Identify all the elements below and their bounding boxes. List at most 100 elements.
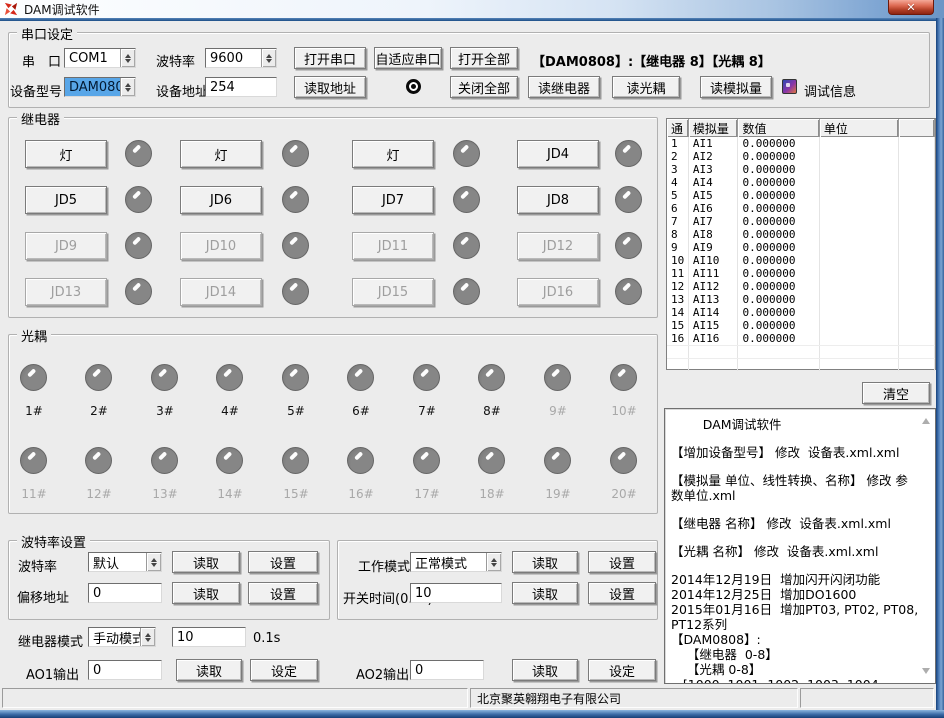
work-read-button[interactable]: 读取	[512, 551, 578, 573]
table-row[interactable]: 9AI90.000000	[667, 241, 935, 254]
open-serial-button[interactable]: 打开串口	[294, 47, 366, 69]
ao2-input[interactable]: 0	[410, 660, 484, 680]
table-cell: AI3	[689, 163, 739, 176]
relay-button-1[interactable]: 灯	[25, 140, 107, 168]
switch-set-button[interactable]: 设置	[588, 582, 656, 604]
column-header[interactable]: 单位	[820, 119, 899, 137]
switch-time-input[interactable]: 10	[410, 583, 502, 603]
clear-button[interactable]: 清空	[862, 382, 930, 404]
relay-button-6[interactable]: JD6	[180, 186, 262, 214]
ao1-set-button[interactable]: 设定	[250, 659, 318, 681]
read-relay-button[interactable]: 读继电器	[528, 76, 600, 98]
table-cell	[820, 202, 899, 215]
table-cell: 0.000000	[738, 215, 819, 228]
dropdown-arrow-icon[interactable]	[146, 553, 161, 571]
work-mode-select[interactable]: 正常模式	[410, 552, 502, 572]
log-line: 【继电器 0-8】	[671, 647, 919, 662]
offset-set-button[interactable]: 设置	[248, 582, 318, 604]
table-row[interactable]: 12AI120.000000	[667, 280, 935, 293]
table-row[interactable]: 11AI110.000000	[667, 267, 935, 280]
offset-input[interactable]: 0	[88, 583, 162, 603]
baud-set-button[interactable]: 设置	[248, 551, 318, 573]
title-bar: DAM调试软件	[0, 0, 944, 18]
table-row[interactable]: 2AI20.000000	[667, 150, 935, 163]
dropdown-arrow-icon[interactable]	[261, 49, 276, 67]
ao1-read-button[interactable]: 读取	[176, 659, 242, 681]
table-row[interactable]: 8AI80.000000	[667, 228, 935, 241]
scroll-down-icon[interactable]	[922, 668, 930, 674]
work-set-button[interactable]: 设置	[588, 551, 656, 573]
analog-table-header: 通模拟量数值单位	[667, 119, 935, 137]
column-header[interactable]: 数值	[738, 119, 819, 137]
dropdown-arrow-icon[interactable]	[140, 628, 155, 646]
relay-button-7[interactable]: JD7	[352, 186, 434, 214]
opto-label-15: 15#	[276, 487, 316, 501]
table-row[interactable]: 15AI150.000000	[667, 319, 935, 332]
model-select[interactable]: DAM0808	[64, 77, 136, 97]
log-line: 【继电器 名称】 修改 设备表.xml.xml	[671, 516, 919, 531]
baud-select[interactable]: 9600	[205, 48, 277, 68]
relay-button-5[interactable]: JD5	[25, 186, 107, 214]
table-cell	[689, 359, 739, 371]
switch-read-button[interactable]: 读取	[512, 582, 578, 604]
opto-label-16: 16#	[341, 487, 381, 501]
ao1-input[interactable]: 0	[88, 660, 162, 680]
port-select[interactable]: COM1	[64, 48, 136, 68]
opto-led-17	[413, 447, 440, 474]
opto-led-9	[544, 364, 571, 391]
read-analog-button[interactable]: 读模拟量	[700, 76, 772, 98]
close-button[interactable]: ✕	[888, 0, 934, 15]
column-header[interactable]	[899, 119, 935, 137]
read-opto-button[interactable]: 读光耦	[612, 76, 680, 98]
open-all-button[interactable]: 打开全部	[450, 47, 518, 69]
statusbar-panel-right	[800, 688, 934, 708]
close-icon: ✕	[906, 1, 915, 14]
relay-button-15: JD15	[352, 278, 434, 306]
table-cell	[899, 319, 935, 332]
table-row[interactable]: 6AI60.000000	[667, 202, 935, 215]
opto-label-5: 5#	[276, 404, 316, 418]
table-cell	[899, 189, 935, 202]
column-header[interactable]: 模拟量	[689, 119, 739, 137]
dropdown-arrow-icon[interactable]	[120, 49, 135, 67]
read-address-button[interactable]: 读取地址	[294, 76, 366, 98]
table-row[interactable]: 13AI130.000000	[667, 293, 935, 306]
company-name: 北京聚英翱翔电子有限公司	[477, 690, 621, 707]
relay-time-input[interactable]: 10	[172, 627, 246, 647]
adaptive-serial-button[interactable]: 自适应串口	[374, 47, 442, 69]
baud-default-select[interactable]: 默认	[88, 552, 162, 572]
scroll-up-icon[interactable]	[922, 418, 930, 424]
ao2-read-button[interactable]: 读取	[512, 659, 578, 681]
table-cell	[899, 150, 935, 163]
address-input[interactable]: 254	[205, 77, 277, 97]
table-cell	[738, 359, 819, 371]
offset-read-button[interactable]: 读取	[172, 582, 240, 604]
table-row[interactable]: 14AI140.000000	[667, 306, 935, 319]
app-window: DAM调试软件 ✕ 串口设定 串 口 COM1 波特率 9600 打开串口 自适…	[0, 0, 944, 718]
close-all-button[interactable]: 关闭全部	[450, 76, 518, 98]
table-row[interactable]: 3AI30.000000	[667, 163, 935, 176]
port-label: 串 口	[22, 51, 61, 70]
dropdown-arrow-icon[interactable]	[120, 78, 135, 96]
table-row[interactable]: 10AI100.000000	[667, 254, 935, 267]
relay-mode-select[interactable]: 手动模式	[88, 627, 156, 647]
table-row[interactable]: 7AI70.000000	[667, 215, 935, 228]
dropdown-arrow-icon[interactable]	[486, 553, 501, 571]
relay-button-8[interactable]: JD8	[517, 186, 599, 214]
relay-button-3[interactable]: 灯	[352, 140, 434, 168]
baud-read-button[interactable]: 读取	[172, 551, 240, 573]
ao2-set-button[interactable]: 设定	[588, 659, 656, 681]
table-cell	[899, 137, 935, 150]
log-panel[interactable]: DAM调试软件【增加设备型号】 修改 设备表.xml.xml【模拟量 单位、线性…	[664, 408, 936, 684]
table-row[interactable]: 5AI50.000000	[667, 189, 935, 202]
relay-led-14	[282, 278, 309, 305]
column-header[interactable]: 通	[667, 119, 689, 137]
table-cell	[899, 241, 935, 254]
relay-button-2[interactable]: 灯	[180, 140, 262, 168]
relay-button-4[interactable]: JD4	[517, 140, 599, 168]
opto-led-2	[85, 364, 112, 391]
table-row[interactable]: 1AI10.000000	[667, 137, 935, 150]
table-row[interactable]: 16AI160.000000	[667, 332, 935, 345]
opto-label-12: 12#	[79, 487, 119, 501]
table-row[interactable]: 4AI40.000000	[667, 176, 935, 189]
